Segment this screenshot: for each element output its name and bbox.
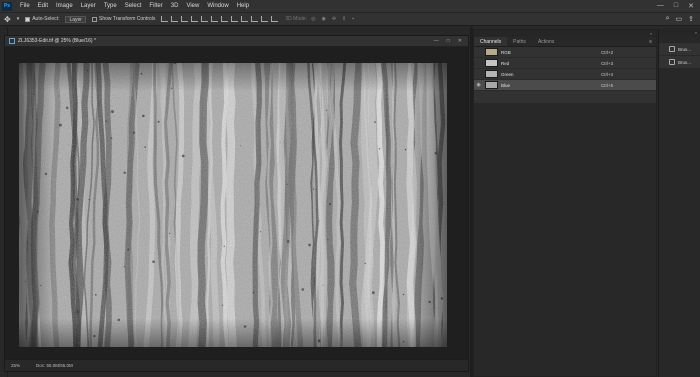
move-tool-icon[interactable]: ✥ (4, 15, 11, 24)
distribute-bottom-icon[interactable] (241, 16, 249, 22)
menu-view[interactable]: View (182, 3, 203, 9)
channel-name: Blue (501, 82, 511, 88)
channel-shortcut: Ctrl+5 (601, 82, 614, 88)
align-top-icon[interactable] (161, 16, 169, 22)
channel-thumbnail (485, 70, 498, 78)
concrete-texture-image (19, 63, 447, 347)
document-window-controls: — □ ✕ (434, 38, 468, 44)
channel-row-green[interactable]: Green Ctrl+4 (474, 69, 656, 80)
menu-help[interactable]: Help (233, 3, 253, 9)
document-image[interactable] (19, 63, 447, 347)
tab-actions[interactable]: Actions (532, 37, 560, 46)
document-window: ZLJ6353-Edit.tif @ 25% (Blue/16) * — □ ✕ (4, 35, 469, 372)
align-bottom-icon[interactable] (181, 16, 189, 22)
menu-image[interactable]: Image (52, 3, 77, 9)
3d-mode-label: 3D Mode: (285, 16, 308, 22)
collapse-icon[interactable]: « (650, 31, 652, 36)
channels-panel: « Channels Paths Actions ≡ RGB Ctrl+2 Re… (473, 29, 657, 377)
workspace-icon[interactable]: ▭ (676, 15, 683, 23)
layer-select[interactable]: Layer (65, 15, 86, 23)
channel-row-blue[interactable]: ◉ Blue Ctrl+5 (474, 80, 656, 91)
dock-brushes[interactable]: Brus... (659, 56, 700, 68)
auto-select-label: Auto-Select: (32, 16, 60, 22)
channel-list: RGB Ctrl+2 Red Ctrl+3 Green Ctrl+4 ◉ Blu… (474, 47, 656, 91)
expand-icon[interactable]: » (695, 30, 697, 35)
photoshop-logo-icon: Ps (2, 1, 12, 11)
show-transform-label: Show Transform Controls (98, 16, 156, 22)
menu-layer[interactable]: Layer (77, 3, 100, 9)
search-icon[interactable]: ⌕ (666, 15, 670, 23)
align-left-icon[interactable] (191, 16, 199, 22)
align-right-icon[interactable] (211, 16, 219, 22)
options-bar: ✥ ▾ Auto-Select: Layer Show Transform Co… (0, 12, 700, 26)
document-status-bar: 25% Doc: 55.0M/55.0M (5, 359, 468, 371)
close-button[interactable]: ✕ (688, 2, 694, 10)
minimize-button[interactable]: — (657, 2, 664, 10)
document-title: ZLJ6353-Edit.tif @ 25% (Blue/16) * (18, 38, 96, 44)
maximize-button[interactable]: □ (674, 2, 678, 10)
3d-pan-icon[interactable]: ✣ (332, 16, 336, 22)
doc-size-info[interactable]: Doc: 55.0M/55.0M (36, 363, 73, 368)
canvas-area[interactable] (5, 47, 468, 360)
menu-filter[interactable]: Filter (145, 3, 166, 9)
channel-thumbnail (485, 81, 498, 89)
menu-bar: Ps File Edit Image Layer Type Select Fil… (0, 0, 700, 12)
channel-thumbnail (485, 59, 498, 67)
menu-type[interactable]: Type (100, 3, 121, 9)
align-hcenter-icon[interactable] (201, 16, 209, 22)
share-icon[interactable]: ⇪ (688, 15, 694, 23)
3d-orbit-icon[interactable]: ◎ (311, 16, 315, 22)
doc-maximize-button[interactable]: □ (447, 38, 450, 44)
tab-channels[interactable]: Channels (474, 37, 508, 46)
dock-item-label: Brus... (678, 59, 692, 65)
channel-shortcut: Ctrl+3 (601, 60, 614, 66)
doc-minimize-button[interactable]: — (434, 38, 439, 44)
channel-shortcut: Ctrl+4 (601, 71, 614, 77)
zoom-level[interactable]: 25% (11, 363, 20, 368)
menu-window[interactable]: Window (203, 3, 232, 9)
brushes-icon (669, 59, 675, 65)
distribute-right-icon[interactable] (271, 16, 279, 22)
auto-select-option[interactable]: Auto-Select: (25, 16, 59, 22)
distribute-vcenter-icon[interactable] (231, 16, 239, 22)
channel-row-rgb[interactable]: RGB Ctrl+2 (474, 47, 656, 58)
channel-shortcut: Ctrl+2 (601, 49, 614, 55)
3d-scale-icon[interactable]: ▪ (352, 16, 354, 22)
document-tab[interactable]: ZLJ6353-Edit.tif @ 25% (Blue/16) * — □ ✕ (5, 36, 468, 47)
auto-select-checkbox[interactable] (25, 16, 31, 22)
dock-brush-settings[interactable]: Brus... (659, 43, 700, 55)
channel-name: Red (501, 60, 510, 66)
distribute-top-icon[interactable] (221, 16, 229, 22)
window-controls: — □ ✕ (657, 2, 700, 10)
panel-tabs: Channels Paths Actions ≡ (474, 37, 656, 47)
channel-name: Green (501, 71, 514, 77)
align-vcenter-icon[interactable] (171, 16, 179, 22)
tool-preset-dropdown-icon[interactable]: ▾ (17, 16, 20, 22)
menu-file[interactable]: File (16, 3, 34, 9)
tab-paths[interactable]: Paths (507, 37, 532, 46)
visibility-eye-icon[interactable]: ◉ (474, 82, 483, 88)
show-transform-checkbox[interactable] (91, 16, 97, 22)
distribute-left-icon[interactable] (251, 16, 259, 22)
right-dock: » Brus... Brus... (658, 29, 700, 377)
channel-list-empty-area (474, 103, 656, 376)
options-right: ⌕ ▭ ⇪ (666, 15, 700, 23)
channel-row-red[interactable]: Red Ctrl+3 (474, 58, 656, 69)
menu-select[interactable]: Select (121, 3, 146, 9)
3d-roll-icon[interactable]: ◉ (321, 16, 325, 22)
dock-collapse-bar[interactable]: » (659, 29, 700, 36)
doc-close-button[interactable]: ✕ (458, 38, 462, 44)
channel-name: RGB (501, 49, 511, 55)
menu-edit[interactable]: Edit (34, 3, 52, 9)
distribute-hcenter-icon[interactable] (261, 16, 269, 22)
show-transform-option[interactable]: Show Transform Controls (91, 16, 156, 22)
panel-collapse-bar[interactable]: « (474, 30, 656, 37)
panel-menu-icon[interactable]: ≡ (649, 37, 656, 46)
brush-settings-icon (669, 46, 675, 52)
dock-item-label: Brus... (678, 46, 692, 52)
3d-slide-icon[interactable]: ⇕ (342, 16, 346, 22)
channel-thumbnail (485, 48, 498, 56)
menu-3d[interactable]: 3D (167, 3, 183, 9)
document-icon (9, 38, 15, 44)
